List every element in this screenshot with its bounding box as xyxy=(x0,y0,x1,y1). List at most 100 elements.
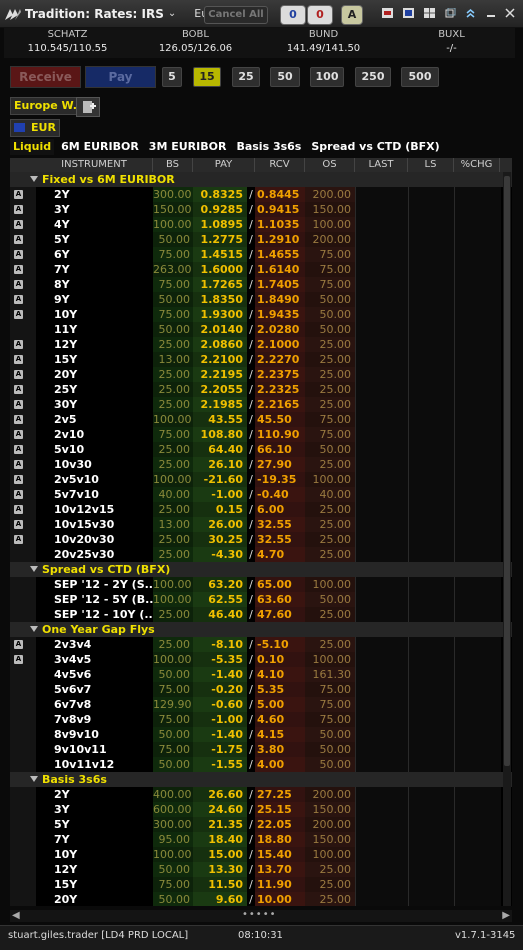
row-auto-cell[interactable]: A xyxy=(10,532,36,547)
red-order-counter[interactable]: 0 xyxy=(307,5,333,25)
row-auto-cell[interactable] xyxy=(10,802,36,817)
rcv-price-cell[interactable]: 65.00 xyxy=(255,577,305,592)
pay-price-cell[interactable]: -21.60 xyxy=(193,472,247,487)
row-auto-cell[interactable]: A xyxy=(10,307,36,322)
table-row[interactable]: A 5v7v10 40.00 -1.00/-0.40 40.00 xyxy=(10,487,512,502)
auto-badge-button[interactable]: A xyxy=(341,5,363,25)
row-auto-cell[interactable] xyxy=(10,592,36,607)
table-row[interactable]: SEP '12 - 2Y (S... 100.00 63.20/65.00 100.0… xyxy=(10,577,512,592)
table-row[interactable]: 7v8v9 75.00 -1.00/4.60 75.00 xyxy=(10,712,512,727)
pay-price-cell[interactable]: 1.6000 xyxy=(193,262,247,277)
pay-price-cell[interactable]: -1.40 xyxy=(193,727,247,742)
table-row[interactable]: A 30Y 25.00 2.1985/2.2165 25.00 xyxy=(10,397,512,412)
pay-price-cell[interactable]: 43.55 xyxy=(193,412,247,427)
rcv-price-cell[interactable]: 63.60 xyxy=(255,592,305,607)
futures-price-buxl[interactable]: -/- xyxy=(388,43,515,54)
auto-trade-icon[interactable]: A xyxy=(14,250,23,259)
table-row[interactable]: A 2v3v4 25.00 -8.10/-5.10 25.00 xyxy=(10,637,512,652)
table-row[interactable]: 12Y 50.00 13.30/13.70 25.00 xyxy=(10,862,512,877)
col-header-ls[interactable]: LS xyxy=(408,158,454,172)
auto-trade-icon[interactable]: A xyxy=(14,310,23,319)
auto-trade-icon[interactable]: A xyxy=(14,535,23,544)
flag-window-icon[interactable] xyxy=(382,8,393,18)
pay-price-cell[interactable]: -1.55 xyxy=(193,757,247,772)
auto-trade-icon[interactable]: A xyxy=(14,340,23,349)
col-header-last[interactable]: LAST xyxy=(355,158,408,172)
rcv-price-cell[interactable]: 1.6140 xyxy=(255,262,305,277)
auto-trade-icon[interactable]: A xyxy=(14,430,23,439)
subtab-basis-3s6s[interactable]: Basis 3s6s xyxy=(233,139,304,155)
subtab-liquid[interactable]: Liquid xyxy=(10,139,55,155)
table-row[interactable]: A 5v10 25.00 64.40/66.10 50.00 xyxy=(10,442,512,457)
size-button-500[interactable]: 500 xyxy=(401,67,439,87)
auto-trade-icon[interactable]: A xyxy=(14,190,23,199)
auto-trade-icon[interactable]: A xyxy=(14,355,23,364)
receive-button[interactable]: Receive xyxy=(10,66,81,88)
table-row[interactable]: 10v11v12 50.00 -1.55/4.00 50.00 xyxy=(10,757,512,772)
pay-price-cell[interactable]: -1.40 xyxy=(193,667,247,682)
row-auto-cell[interactable]: A xyxy=(10,262,36,277)
col-header-instrument[interactable]: INSTRUMENT xyxy=(36,158,153,172)
table-row[interactable]: 11Y 50.00 2.0140/2.0280 50.00 xyxy=(10,322,512,337)
group-header-row[interactable]: Fixed vs 6M EURIBOR xyxy=(10,172,512,187)
table-row[interactable]: A 10v12v15 25.00 0.15/6.00 25.00 xyxy=(10,502,512,517)
rcv-price-cell[interactable]: 0.10 xyxy=(255,652,305,667)
pay-price-cell[interactable]: -1.75 xyxy=(193,742,247,757)
rcv-price-cell[interactable]: 10.00 xyxy=(255,892,305,906)
size-button-5[interactable]: 5 xyxy=(162,67,182,87)
rcv-price-cell[interactable]: 2.2165 xyxy=(255,397,305,412)
pay-price-cell[interactable]: 2.2195 xyxy=(193,367,247,382)
subtab-spread-vs-ctd[interactable]: Spread vs CTD (BFX) xyxy=(308,139,442,155)
rcv-price-cell[interactable]: 13.70 xyxy=(255,862,305,877)
pay-price-cell[interactable]: 1.2775 xyxy=(193,232,247,247)
rcv-price-cell[interactable]: 32.55 xyxy=(255,517,305,532)
row-auto-cell[interactable]: A xyxy=(10,367,36,382)
pay-price-cell[interactable]: 30.25 xyxy=(193,532,247,547)
table-row[interactable]: A 3Y 150.00 0.9285/0.9415 150.00 xyxy=(10,202,512,217)
row-auto-cell[interactable]: A xyxy=(10,412,36,427)
rcv-price-cell[interactable]: 4.10 xyxy=(255,667,305,682)
pay-price-cell[interactable]: 0.8325 xyxy=(193,187,247,202)
size-button-15[interactable]: 15 xyxy=(193,67,221,87)
auto-trade-icon[interactable]: A xyxy=(14,370,23,379)
pay-price-cell[interactable]: 1.0895 xyxy=(193,217,247,232)
row-auto-cell[interactable]: A xyxy=(10,652,36,667)
size-button-25[interactable]: 25 xyxy=(232,67,260,87)
collapse-triangle-icon[interactable] xyxy=(30,176,38,182)
table-row[interactable]: A 8Y 75.00 1.7265/1.7405 75.00 xyxy=(10,277,512,292)
auto-trade-icon[interactable]: A xyxy=(14,460,23,469)
row-auto-cell[interactable]: A xyxy=(10,487,36,502)
pay-price-cell[interactable]: 63.20 xyxy=(193,577,247,592)
table-row[interactable]: 3Y 600.00 24.60/25.15 150.00 xyxy=(10,802,512,817)
size-button-250[interactable]: 250 xyxy=(355,67,391,87)
pay-price-cell[interactable]: 0.15 xyxy=(193,502,247,517)
auto-trade-icon[interactable]: A xyxy=(14,490,23,499)
pay-price-cell[interactable]: 2.0140 xyxy=(193,322,247,337)
rcv-price-cell[interactable]: 2.0280 xyxy=(255,322,305,337)
col-header-rcv[interactable]: RCV xyxy=(255,158,305,172)
rcv-price-cell[interactable]: 5.00 xyxy=(255,697,305,712)
row-auto-cell[interactable] xyxy=(10,577,36,592)
rcv-price-cell[interactable]: 15.40 xyxy=(255,847,305,862)
rcv-price-cell[interactable]: 32.55 xyxy=(255,532,305,547)
table-row[interactable]: A 25Y 25.00 2.2055/2.2325 25.00 xyxy=(10,382,512,397)
blue-order-counter[interactable]: 0 xyxy=(280,5,306,25)
auto-trade-icon[interactable]: A xyxy=(14,220,23,229)
pay-price-cell[interactable]: 18.40 xyxy=(193,832,247,847)
table-row[interactable]: 10Y 100.00 15.00/15.40 100.00 xyxy=(10,847,512,862)
collapse-triangle-icon[interactable] xyxy=(30,776,38,782)
table-row[interactable]: A 10v20v30 25.00 30.25/32.55 25.00 xyxy=(10,532,512,547)
row-auto-cell[interactable]: A xyxy=(10,247,36,262)
table-row[interactable]: A 10v30 25.00 26.10/27.90 25.00 xyxy=(10,457,512,472)
auto-trade-icon[interactable]: A xyxy=(14,385,23,394)
group-header-row[interactable]: Basis 3s6s xyxy=(10,772,512,787)
size-button-100[interactable]: 100 xyxy=(310,67,344,87)
auto-trade-icon[interactable]: A xyxy=(14,640,23,649)
table-row[interactable]: SEP '12 - 10Y (... 25.00 46.40/47.60 25.00 xyxy=(10,607,512,622)
pay-price-cell[interactable]: 1.9300 xyxy=(193,307,247,322)
row-auto-cell[interactable]: A xyxy=(10,187,36,202)
auto-trade-icon[interactable]: A xyxy=(14,295,23,304)
table-row[interactable]: A 2Y 300.00 0.8325/0.8445 200.00 xyxy=(10,187,512,202)
pay-button[interactable]: Pay xyxy=(85,66,156,88)
table-row[interactable]: 20Y 50.00 9.60/10.00 25.00 xyxy=(10,892,512,906)
